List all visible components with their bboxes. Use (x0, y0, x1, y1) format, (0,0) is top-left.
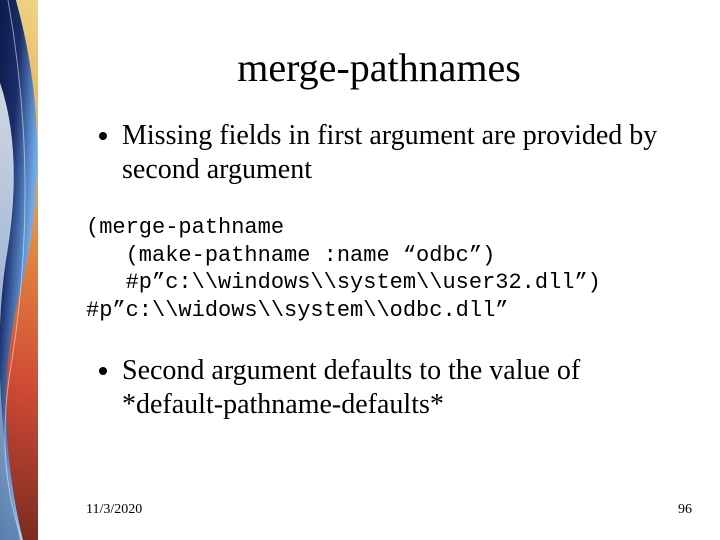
code-example: (merge-pathname (make-pathname :name “od… (86, 214, 680, 324)
bullet-item: Missing fields in first argument are pro… (122, 119, 680, 186)
slide-content: merge-pathnames Missing fields in first … (38, 0, 720, 540)
slide-title: merge-pathnames (38, 44, 720, 91)
bullet-list-top: Missing fields in first argument are pro… (100, 119, 680, 186)
bullet-list-bottom: Second argument defaults to the value of… (100, 354, 680, 421)
footer-date: 11/3/2020 (86, 502, 142, 518)
decorative-side-strip (0, 0, 38, 540)
footer-page-number: 96 (678, 502, 692, 518)
slide: merge-pathnames Missing fields in first … (0, 0, 720, 540)
bullet-item: Second argument defaults to the value of… (122, 354, 680, 421)
side-strip-graphic (0, 0, 38, 540)
